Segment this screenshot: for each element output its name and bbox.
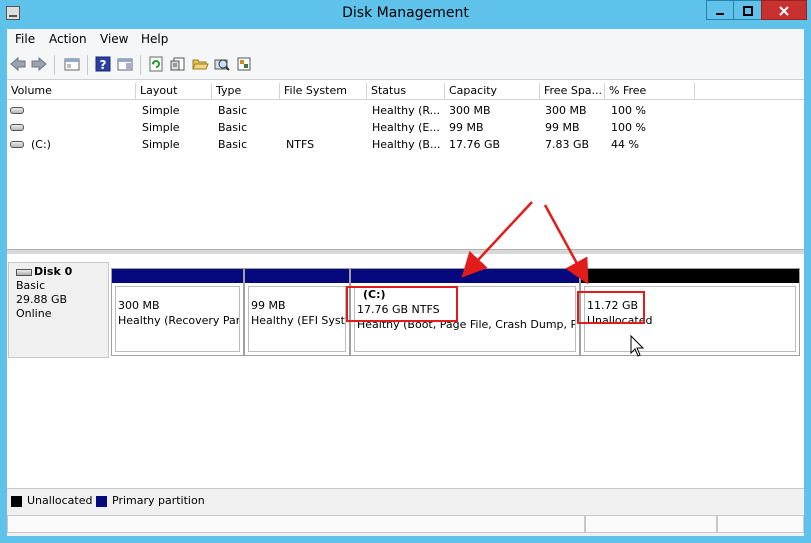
annotation-arrows (461, 201, 645, 357)
annotation-arrow (461, 201, 533, 278)
mouse-cursor-icon (630, 334, 645, 357)
annotation-arrow (543, 204, 589, 285)
